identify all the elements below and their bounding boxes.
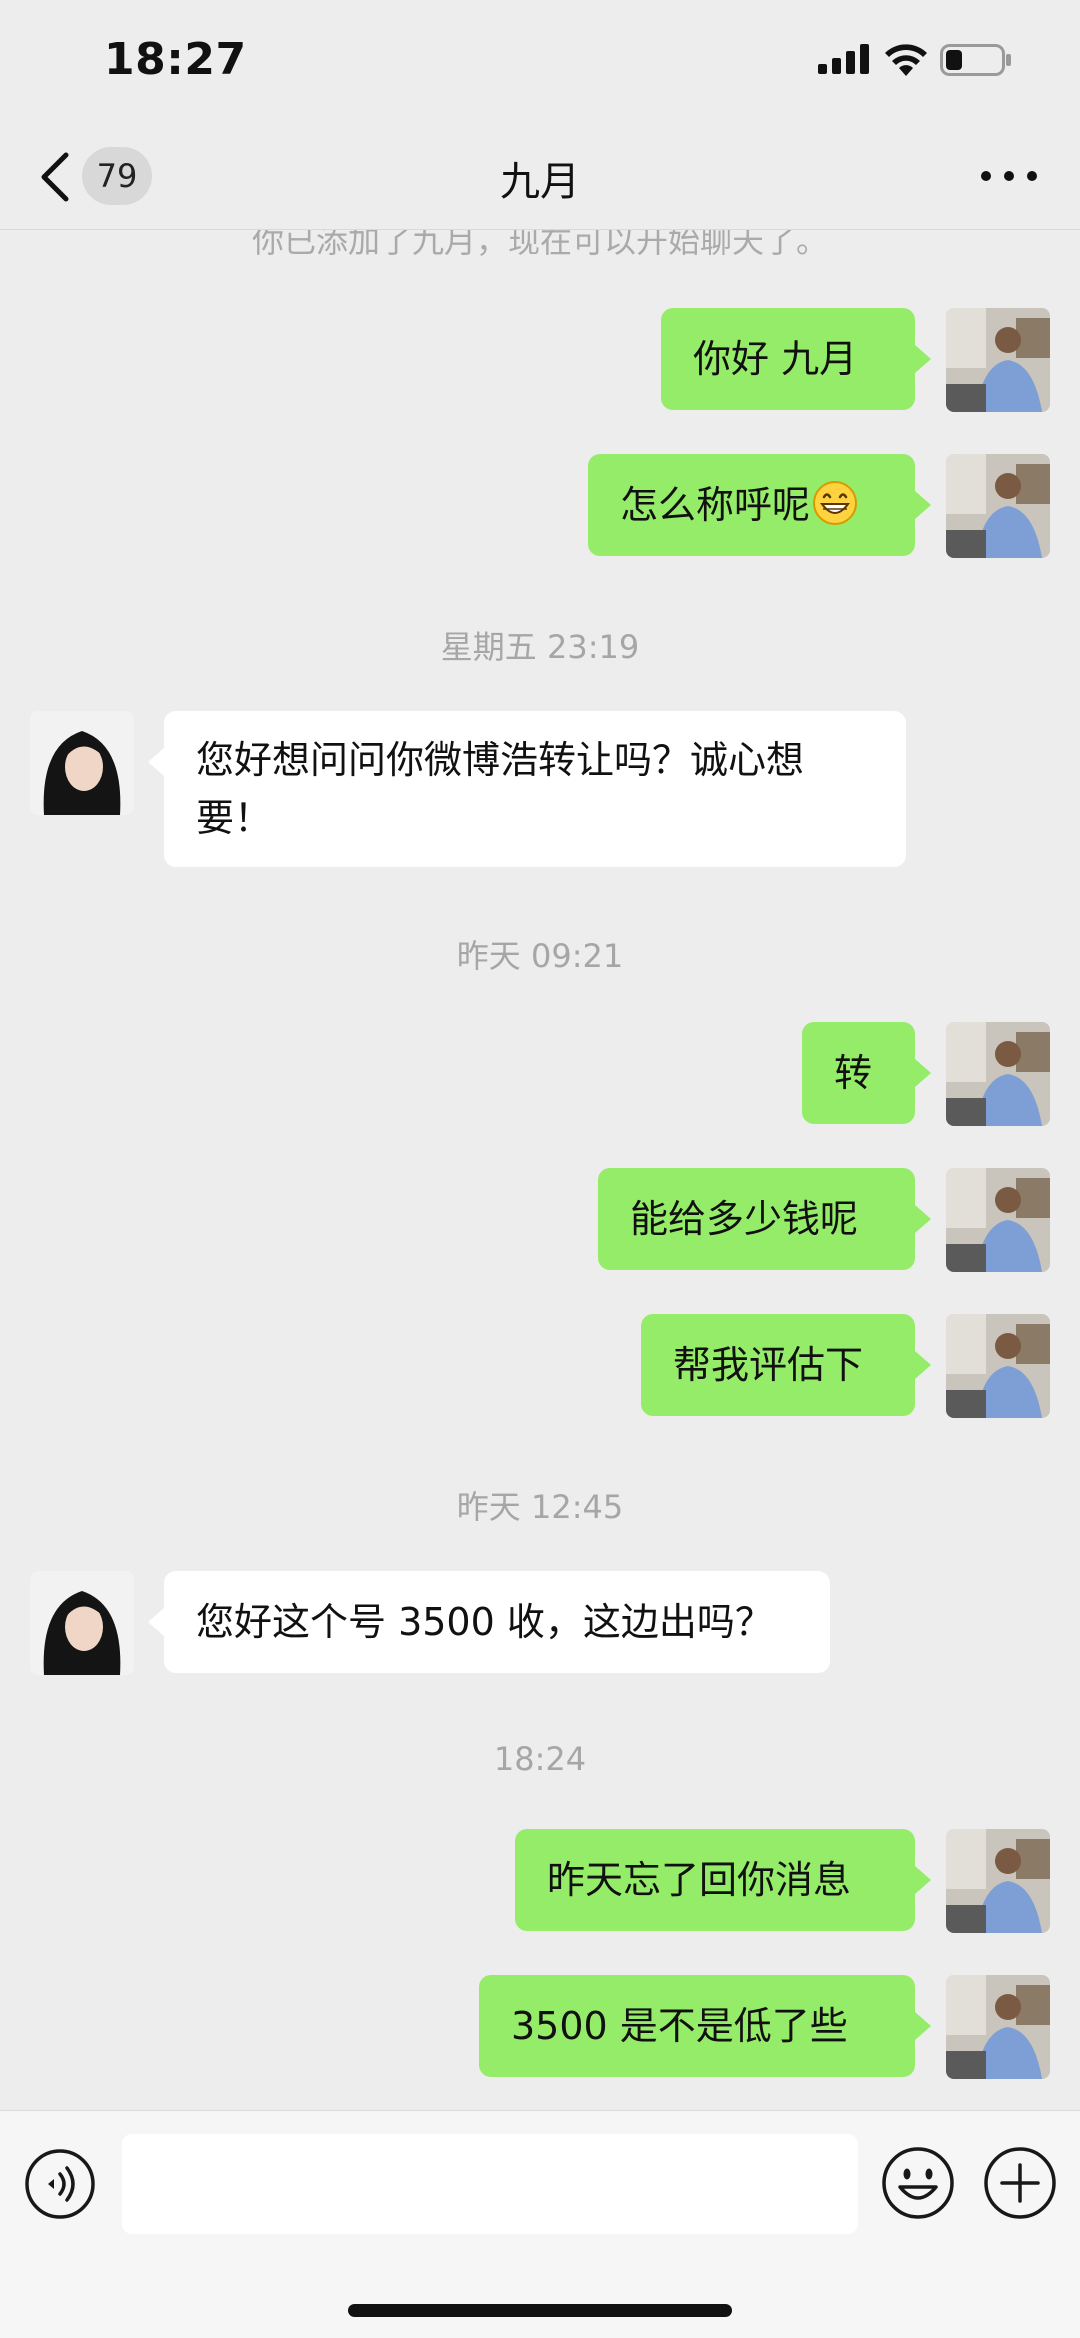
person-avatar-icon (30, 1571, 134, 1675)
person-avatar-icon (946, 1168, 1050, 1272)
my-avatar[interactable] (946, 454, 1050, 558)
message-text: 怎么称呼呢 (620, 483, 811, 527)
message-text: 帮我评估下 (673, 1343, 864, 1387)
timestamp: 昨天 09:21 (456, 937, 624, 975)
my-avatar[interactable] (946, 1168, 1050, 1272)
message-bubble-sent[interactable]: 昨天忘了回你消息 (515, 1829, 931, 1931)
status-bar: 18:27 (0, 0, 1080, 125)
person-avatar-icon (946, 1829, 1050, 1933)
person-avatar-icon (946, 1022, 1050, 1126)
message-bubble-sent[interactable]: 帮我评估下 (641, 1314, 931, 1416)
my-avatar[interactable] (946, 1022, 1050, 1126)
cellular-signal-icon (818, 44, 869, 74)
message-bubble-sent[interactable]: 转 (802, 1022, 931, 1124)
my-avatar[interactable] (946, 1829, 1050, 1933)
input-bar (0, 2110, 1080, 2338)
chat-area[interactable]: 你已添加了九月，现在可以开始聊天了。 你好 九月 怎么称呼呢 星期五 23:19… (0, 230, 1080, 2110)
message-bubble-sent[interactable]: 你好 九月 (661, 308, 931, 410)
wifi-icon (885, 44, 927, 76)
plus-icon[interactable] (982, 2145, 1058, 2221)
person-avatar-icon (946, 308, 1050, 412)
back-chevron-icon[interactable] (36, 151, 76, 203)
message-bubble-sent[interactable]: 能给多少钱呢 (598, 1168, 931, 1270)
message-bubble-received[interactable]: 您好这个号 3500 收，这边出吗？ (148, 1571, 830, 1673)
status-time: 18:27 (104, 34, 247, 85)
message-text: 你好 九月 (693, 337, 858, 381)
message-text: 能给多少钱呢 (630, 1197, 859, 1241)
system-message: 你已添加了九月，现在可以开始聊天了。 (251, 230, 828, 260)
timestamp: 昨天 12:45 (456, 1488, 624, 1526)
grinning-face-emoji-icon (813, 481, 858, 525)
message-text: 昨天忘了回你消息 (547, 1858, 852, 1902)
message-input[interactable] (122, 2134, 858, 2234)
timestamp: 18:24 (493, 1740, 587, 1778)
message-text: 您好想问问你微博浩转让吗？诚心想要！ (196, 738, 805, 840)
chat-title: 九月 (500, 159, 580, 205)
message-bubble-received[interactable]: 您好想问问你微博浩转让吗？诚心想要！ (148, 711, 906, 867)
my-avatar[interactable] (946, 308, 1050, 412)
person-avatar-icon (946, 1314, 1050, 1418)
nav-bar: 79 九月 (0, 125, 1080, 230)
voice-input-icon[interactable] (24, 2148, 96, 2220)
person-avatar-icon (946, 1975, 1050, 2079)
message-bubble-sent[interactable]: 怎么称呼呢 (588, 454, 931, 556)
contact-avatar[interactable] (30, 1571, 134, 1675)
message-text: 您好这个号 3500 收，这边出吗？ (196, 1600, 773, 1644)
unread-count-badge[interactable]: 79 (82, 147, 152, 205)
my-avatar[interactable] (946, 1314, 1050, 1418)
message-bubble-sent[interactable]: 3500 是不是低了些 (479, 1975, 931, 2077)
battery-icon (940, 44, 1011, 76)
person-avatar-icon (30, 711, 134, 815)
contact-avatar[interactable] (30, 711, 134, 815)
more-options-icon[interactable] (978, 161, 1040, 191)
message-text: 3500 是不是低了些 (511, 2004, 848, 2048)
message-text: 转 (834, 1051, 873, 1095)
emoji-icon[interactable] (880, 2145, 956, 2221)
timestamp: 星期五 23:19 (440, 628, 640, 666)
person-avatar-icon (946, 454, 1050, 558)
my-avatar[interactable] (946, 1975, 1050, 2079)
home-indicator (348, 2304, 732, 2317)
